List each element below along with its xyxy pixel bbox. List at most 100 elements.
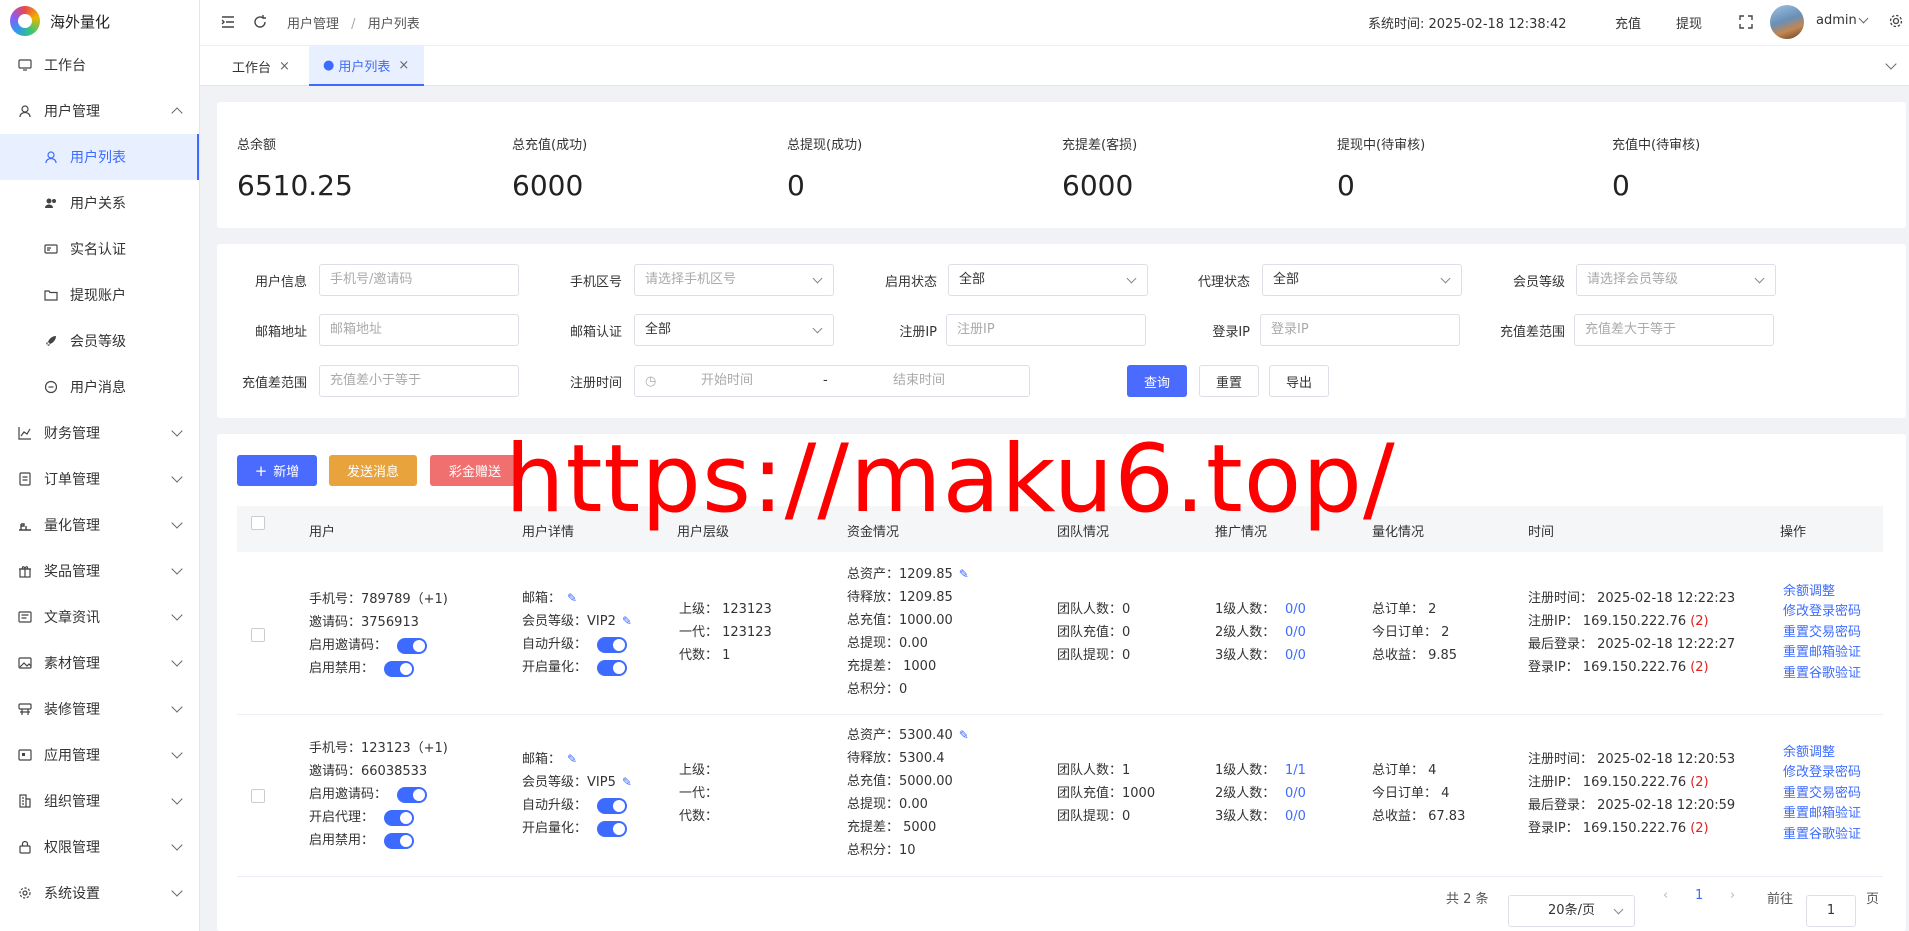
prev-page-icon[interactable]: ‹ [1663,888,1668,903]
chevron-down-icon[interactable] [1885,58,1897,70]
sidebar-item-14[interactable]: 装修管理 [0,686,199,732]
sidebar-item-8[interactable]: 财务管理 [0,410,199,456]
start-time[interactable]: 开始时间 [701,366,753,396]
sidebar-item-18[interactable]: 系统设置 [0,870,199,916]
edit-icon[interactable]: ✎ [622,610,632,633]
promo-count-link[interactable]: 0/0 [1285,621,1306,644]
add-button[interactable]: + 新增 [237,455,317,486]
edit-icon[interactable]: ✎ [567,587,577,610]
op-link[interactable]: 修改登录密码 [1783,602,1861,623]
sidebar-item-12[interactable]: 文章资讯 [0,594,199,640]
breadcrumb-item[interactable]: 用户管理 [287,17,339,32]
bonus-button[interactable]: 彩金赠送 [430,455,520,486]
op-link[interactable]: 重置谷歌验证 [1783,824,1861,845]
edit-icon[interactable]: ✎ [959,563,969,586]
sidebar-item-3[interactable]: 用户关系 [0,180,199,226]
funds-field: 总提现：0.00 [847,636,928,651]
chevron-down-icon[interactable] [1858,13,1869,24]
goto-page-input[interactable]: 1 [1806,895,1856,927]
login-ip-input[interactable]: 登录IP [1260,314,1460,346]
promo-count-link[interactable]: 0/0 [1285,598,1306,621]
select-all-checkbox[interactable] [251,516,265,530]
toggle-switch[interactable] [597,797,628,814]
close-icon[interactable]: × [398,58,409,73]
op-link[interactable]: 余额调整 [1783,581,1861,602]
query-button[interactable]: 查询 [1127,365,1187,397]
op-link[interactable]: 修改登录密码 [1783,763,1861,784]
sidebar-item-15[interactable]: 应用管理 [0,732,199,778]
recharge-link[interactable]: 充值 [1615,13,1641,32]
op-link[interactable]: 余额调整 [1783,742,1861,763]
fullscreen-icon[interactable] [1738,14,1754,34]
reset-button[interactable]: 重置 [1199,365,1259,397]
toggle-switch[interactable] [597,820,628,837]
toggle-switch[interactable] [384,660,415,677]
sidebar-item-13[interactable]: 素材管理 [0,640,199,686]
promo-count-link[interactable]: 0/0 [1285,805,1306,828]
phone-area-select[interactable]: 请选择手机区号 [634,264,834,296]
promo-count-link[interactable]: 0/0 [1285,782,1306,805]
ip-count-badge[interactable]: (2) [1690,610,1708,633]
user-info-input[interactable]: 手机号/邀请码 [319,264,519,296]
sidebar-item-5[interactable]: 提现账户 [0,272,199,318]
sidebar-item-10[interactable]: 量化管理 [0,502,199,548]
sidebar-item-11[interactable]: 奖品管理 [0,548,199,594]
op-link[interactable]: 重置交易密码 [1783,622,1861,643]
sidebar-item-2[interactable]: 用户列表 [0,134,199,180]
toggle-switch[interactable] [384,809,415,826]
sidebar-item-9[interactable]: 订单管理 [0,456,199,502]
ip-count-badge[interactable]: (2) [1690,656,1708,679]
sidebar-item-16[interactable]: 组织管理 [0,778,199,824]
diff-max-input[interactable]: 充值差小于等于 [319,365,519,397]
app-logo[interactable]: 海外量化 [0,0,199,42]
edit-icon[interactable]: ✎ [959,724,969,747]
edit-icon[interactable]: ✎ [567,748,577,771]
reg-time-range[interactable]: ◷ 开始时间 - 结束时间 [634,365,1030,397]
op-link[interactable]: 重置交易密码 [1783,783,1861,804]
toggle-switch[interactable] [397,786,428,803]
withdraw-link[interactable]: 提现 [1676,13,1702,32]
tab-workbench[interactable]: 工作台 × [216,46,292,86]
toggle-switch[interactable] [597,659,628,676]
detail-field: 自动升级： [522,798,588,813]
sidebar-item-4[interactable]: 实名认证 [0,226,199,272]
op-link[interactable]: 重置邮箱验证 [1783,804,1861,825]
op-link[interactable]: 重置谷歌验证 [1783,663,1861,684]
promo-count-link[interactable]: 1/1 [1285,759,1306,782]
row-checkbox[interactable] [251,627,265,642]
tab-user-list[interactable]: ● 用户列表 × [309,46,424,86]
page-size-select[interactable]: 20条/页 [1508,895,1635,927]
ip-count-badge[interactable]: (2) [1690,817,1708,840]
edit-icon[interactable]: ✎ [622,771,632,794]
row-checkbox[interactable] [251,789,265,803]
sidebar-item-0[interactable]: 工作台 [0,42,199,88]
enable-status-select[interactable]: 全部 [948,264,1148,296]
email-verify-select[interactable]: 全部 [634,314,834,346]
menu-fold-icon[interactable] [220,14,236,30]
sidebar-item-17[interactable]: 权限管理 [0,824,199,870]
agent-status-select[interactable]: 全部 [1262,264,1462,296]
username[interactable]: admin [1816,13,1857,28]
end-time[interactable]: 结束时间 [893,366,945,396]
reg-ip-input[interactable]: 注册IP [946,314,1146,346]
send-message-button[interactable]: 发送消息 [329,455,417,486]
toggle-switch[interactable] [384,832,415,849]
ip-count-badge[interactable]: (2) [1690,771,1708,794]
email-input[interactable]: 邮箱地址 [319,314,519,346]
promo-count-link[interactable]: 0/0 [1285,644,1306,667]
op-link[interactable]: 重置邮箱验证 [1783,643,1861,664]
sidebar-item-6[interactable]: 会员等级 [0,318,199,364]
diff-min-input[interactable]: 充值差大于等于 [1574,314,1774,346]
sidebar-item-1[interactable]: 用户管理 [0,88,199,134]
sidebar-item-7[interactable]: 用户消息 [0,364,199,410]
close-icon[interactable]: × [279,59,290,74]
next-page-icon[interactable]: › [1730,888,1735,903]
export-button[interactable]: 导出 [1269,365,1329,397]
current-page[interactable]: 1 [1695,888,1703,903]
avatar[interactable] [1770,5,1804,39]
toggle-switch[interactable] [397,637,428,654]
gear-icon[interactable] [1888,13,1904,33]
toggle-switch[interactable] [597,636,628,653]
refresh-icon[interactable] [252,14,268,30]
member-level-select[interactable]: 请选择会员等级 [1576,264,1776,296]
